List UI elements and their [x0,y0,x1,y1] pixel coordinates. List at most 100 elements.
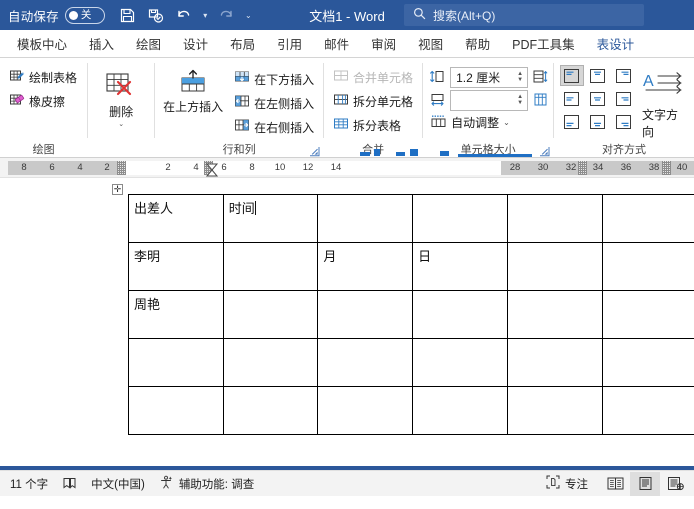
document-canvas[interactable]: ✛ 出差人 时间 李明 月 日 周艳 [0,178,694,466]
print-layout-icon[interactable] [630,471,660,496]
tab-table-design[interactable]: 表设计 [586,30,646,57]
table-cell[interactable] [222,242,319,291]
align-bottom-right-button[interactable] [612,111,636,132]
insert-above-button[interactable]: 在上方插入 [161,66,225,114]
tab-references[interactable]: 引用 [266,30,313,57]
table-cell[interactable] [128,386,224,435]
align-middle-left-button[interactable] [560,88,584,109]
table-row[interactable]: 李明 月 日 [128,242,694,291]
cell-size-dialog-launcher[interactable] [538,145,550,157]
table-cell[interactable]: 李明 [128,242,224,291]
tab-mailings[interactable]: 邮件 [313,30,360,57]
tab-draw[interactable]: 绘图 [125,30,172,57]
autofit-button[interactable]: 自动调整 ⌄ [429,112,510,133]
tab-pdf-tools[interactable]: PDF工具集 [501,30,586,57]
tab-help[interactable]: 帮助 [454,30,501,57]
table-cell[interactable] [601,338,694,387]
read-mode-icon[interactable] [600,472,630,496]
save-icon[interactable] [115,3,141,27]
tab-review[interactable]: 审阅 [360,30,407,57]
eraser-button[interactable]: 橡皮擦 [6,91,80,112]
table-cell[interactable] [222,386,319,435]
document-page[interactable]: ✛ 出差人 时间 李明 月 日 周艳 [8,178,694,466]
table-row[interactable] [128,338,694,387]
redo-icon[interactable] [214,3,240,27]
tab-view[interactable]: 视图 [407,30,454,57]
save-as-check-icon[interactable] [143,3,169,27]
split-cells-button[interactable]: 拆分单元格 [330,91,416,112]
table-cell[interactable] [412,194,508,243]
table-cell[interactable] [506,242,603,291]
table-cell[interactable] [506,194,603,243]
split-table-button[interactable]: 拆分表格 [330,115,416,136]
table-cell[interactable] [601,242,694,291]
table-cell[interactable] [222,290,319,339]
autofit-dropdown-icon[interactable]: ⌄ [503,118,510,127]
tab-layout[interactable]: 布局 [219,30,266,57]
table-cell[interactable] [506,338,603,387]
rows-columns-dialog-launcher[interactable] [308,145,320,157]
align-middle-center-button[interactable] [586,88,610,109]
align-bottom-left-button[interactable] [560,111,584,132]
draw-table-button[interactable]: 绘制表格 [6,67,80,88]
undo-icon[interactable] [171,3,197,27]
tab-stop-marker[interactable] [117,161,126,175]
table-cell[interactable] [601,194,694,243]
horizontal-ruler[interactable]: 8 6 4 2 2 4 6 8 10 12 14 28 30 32 34 36 … [8,161,694,185]
delete-table-button[interactable]: 删除 ⌄ [94,69,148,128]
table-cell[interactable] [317,386,414,435]
insert-right-button[interactable]: 在右侧插入 [231,117,317,138]
proofing-icon[interactable] [62,476,77,491]
table-cell[interactable] [128,338,224,387]
focus-mode-button[interactable]: 专注 [546,475,600,492]
table-row[interactable] [128,386,694,435]
row-height-input[interactable]: 1.2 厘米 ▲ ▼ [450,67,529,88]
table-cell[interactable] [412,386,508,435]
column-width-stepper[interactable]: ▲ ▼ [517,94,525,106]
autosave-toggle[interactable]: 关 [64,6,105,24]
table-cell[interactable] [412,290,508,339]
table-cell[interactable] [317,338,414,387]
table-move-handle[interactable]: ✛ [112,184,123,195]
insert-below-button[interactable]: 在下方插入 [231,69,317,90]
distribute-rows-icon[interactable] [532,68,549,88]
table-cell[interactable]: 周艳 [128,290,224,339]
insert-left-button[interactable]: 在左侧插入 [231,93,317,114]
web-layout-icon[interactable] [660,472,690,496]
text-direction-button[interactable]: A 文字方向 [642,65,688,140]
align-top-right-button[interactable] [612,65,636,86]
column-width-input[interactable]: ▲ ▼ [450,90,529,111]
tab-insert[interactable]: 插入 [78,30,125,57]
search-input[interactable]: 搜索(Alt+Q) [404,4,644,26]
accessibility-status[interactable]: 辅助功能: 调查 [159,475,254,493]
align-top-left-button[interactable] [559,65,584,86]
table-cell[interactable] [506,386,603,435]
distribute-columns-icon[interactable] [532,91,549,111]
delete-dropdown-icon[interactable]: ⌄ [118,121,124,128]
table-cell[interactable] [317,194,414,243]
tab-template-center[interactable]: 模板中心 [6,30,78,57]
document-table[interactable]: 出差人 时间 李明 月 日 周艳 [128,194,694,435]
table-cell[interactable] [601,386,694,435]
table-cell[interactable] [506,290,603,339]
table-cell[interactable]: 出差人 [128,194,224,243]
align-bottom-center-button[interactable] [586,111,610,132]
table-cell-with-cursor[interactable]: 时间 [222,194,319,243]
table-cell[interactable] [601,290,694,339]
table-cell[interactable] [317,290,414,339]
table-row[interactable]: 出差人 时间 [128,194,694,243]
align-middle-right-button[interactable] [612,88,636,109]
row-height-stepper[interactable]: ▲ ▼ [517,71,525,83]
autosave-control[interactable]: 自动保存 关 [0,6,105,25]
table-cell[interactable]: 日 [412,242,508,291]
undo-dropdown-icon[interactable]: ▾ [199,3,212,27]
align-top-center-button[interactable] [586,65,610,86]
table-cell[interactable] [222,338,319,387]
customize-qat-icon[interactable]: ⌄ [242,3,255,27]
word-count[interactable]: 11 个字 [10,476,48,492]
tab-stop-marker[interactable] [662,161,671,175]
table-cell[interactable] [412,338,508,387]
tab-design[interactable]: 设计 [172,30,219,57]
tab-stop-marker[interactable] [578,161,587,175]
table-cell[interactable]: 月 [317,242,414,291]
